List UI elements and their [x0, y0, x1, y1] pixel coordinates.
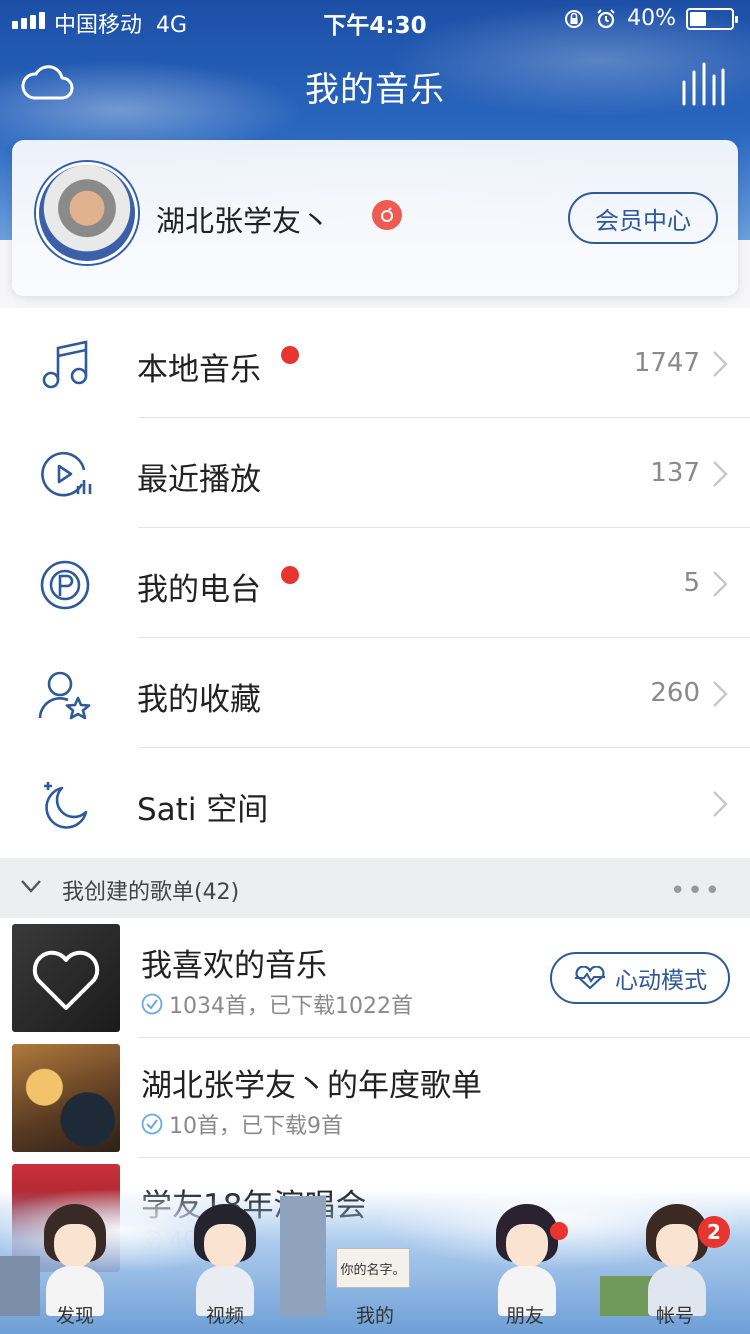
user-star-icon	[38, 671, 91, 720]
new-dot	[281, 566, 299, 584]
building-decoration	[280, 1196, 326, 1316]
downloaded-check-icon	[141, 993, 163, 1015]
menu-item-label: Sati 空间	[137, 792, 269, 828]
recent-play-icon	[41, 451, 92, 497]
tab-label: 我的	[355, 1305, 394, 1327]
menu-item-count: 260	[650, 678, 700, 708]
username[interactable]: 湖北张学友丶	[156, 198, 330, 240]
member-center-button[interactable]: 会员中心	[568, 192, 718, 244]
status-bar: 中国移动 4G 下午4:30 40%	[0, 0, 750, 40]
playlist-item[interactable]: 我喜欢的音乐 1034首，已下载1022首 心动模式	[0, 918, 750, 1038]
music-note-icon	[42, 340, 88, 389]
menu-item-label: 最近播放	[137, 462, 261, 498]
playlist-cover	[12, 1044, 120, 1152]
menu-item-label: 本地音乐	[137, 352, 261, 388]
menu-item-label: 我的电台	[137, 572, 261, 608]
heart-mode-button[interactable]: 心动模式	[550, 952, 730, 1004]
battery-icon	[686, 7, 738, 30]
section-title: 我创建的歌单(42)	[62, 880, 240, 905]
chevron-right-icon	[713, 461, 728, 487]
character-avatar	[38, 1204, 112, 1316]
alarm-icon	[597, 8, 615, 28]
menu-item-count: 137	[650, 458, 700, 488]
menu-item-count: 5	[683, 568, 700, 598]
playlist-name: 湖北张学友丶的年度歌单	[141, 1068, 482, 1104]
character-avatar	[490, 1204, 564, 1316]
chevron-right-icon	[713, 791, 728, 817]
tab-label: 朋友	[505, 1305, 544, 1327]
notification-badge: 2	[698, 1216, 730, 1248]
menu-item-radio[interactable]: 我的电台 5	[0, 528, 750, 638]
chevron-right-icon	[713, 351, 728, 377]
tab-label: 视频	[205, 1305, 244, 1327]
battery-fill	[690, 11, 706, 26]
notification-dot	[550, 1222, 568, 1240]
created-playlists-header[interactable]: 我创建的歌单(42) •••	[0, 858, 750, 918]
my-music-menu: 本地音乐 1747 最近播放 137 我的电台 5 我的收藏 260 Sati …	[0, 308, 750, 858]
chevron-right-icon	[713, 571, 728, 597]
tab-bar: 发现 视频 你的名字。 我的 朋友 2 帐号	[0, 1190, 750, 1334]
chevron-right-icon	[713, 681, 728, 707]
avatar[interactable]	[36, 162, 138, 264]
new-dot	[281, 346, 299, 364]
heart-icon	[32, 950, 100, 1010]
menu-item-local-music[interactable]: 本地音乐 1747	[0, 308, 750, 418]
menu-item-label: 我的收藏	[137, 682, 261, 718]
page-title: 我的音乐	[305, 70, 445, 110]
playlist-subtitle: 10首，已下载9首	[141, 1108, 343, 1140]
menu-item-count: 1747	[633, 348, 700, 378]
battery-percent: 40%	[627, 6, 676, 31]
tab-label: 帐号	[655, 1305, 694, 1327]
profile-card[interactable]: 湖北张学友丶 会员中心	[12, 140, 738, 296]
equalizer-icon[interactable]	[680, 62, 726, 106]
menu-item-favorites[interactable]: 我的收藏 260	[0, 638, 750, 748]
tab-label: 发现	[55, 1305, 94, 1327]
your-name-sign: 你的名字。	[336, 1248, 410, 1288]
heartbeat-icon	[575, 966, 605, 990]
radio-icon	[40, 560, 90, 610]
vip-badge-icon[interactable]	[372, 200, 402, 230]
playlist-item[interactable]: 湖北张学友丶的年度歌单 10首，已下载9首	[0, 1038, 750, 1158]
more-options-icon[interactable]: •••	[670, 876, 722, 906]
menu-item-sati[interactable]: Sati 空间	[0, 748, 750, 858]
character-avatar	[188, 1204, 262, 1316]
rotation-lock-icon	[565, 9, 584, 28]
playlist-cover	[12, 924, 120, 1032]
playlist-subtitle: 1034首，已下载1022首	[141, 988, 413, 1020]
menu-item-recent[interactable]: 最近播放 137	[0, 418, 750, 528]
chevron-down-icon[interactable]	[20, 878, 42, 894]
downloaded-check-icon	[141, 1113, 163, 1135]
moon-icon	[44, 782, 88, 829]
playlist-name: 我喜欢的音乐	[141, 948, 327, 984]
